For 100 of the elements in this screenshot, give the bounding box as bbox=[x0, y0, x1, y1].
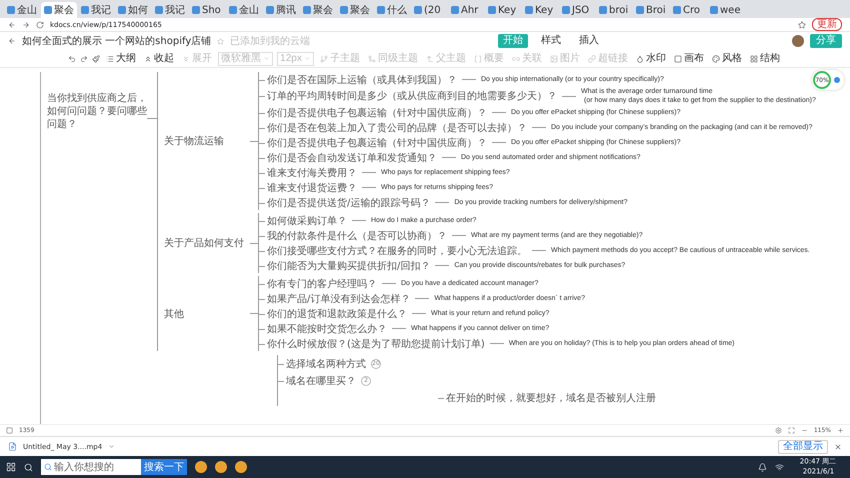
back-icon bbox=[8, 37, 16, 45]
question-topic[interactable]: 你们接受哪些支付方式？在服务的同时，要小心无法追踪。 bbox=[267, 244, 527, 258]
toolbar-button[interactable]: 收起 bbox=[142, 52, 176, 64]
app-icon[interactable] bbox=[215, 461, 227, 473]
question-topic[interactable]: 你们的退货和退款政策是什么？ bbox=[267, 306, 407, 320]
app-icon[interactable] bbox=[195, 461, 207, 473]
search-button[interactable]: 搜索一下 bbox=[141, 459, 187, 475]
favicon-icon bbox=[377, 6, 385, 14]
question-topic[interactable]: 你什么时候放假？(这是为了帮助您提前计划订单) bbox=[267, 336, 485, 350]
browser-tab[interactable]: broi bbox=[596, 2, 632, 18]
document-title: 如何全面式的展示 一个网站的shopify店铺 bbox=[22, 34, 212, 48]
question-topic[interactable]: 你有专门的客户经理吗？ bbox=[267, 276, 377, 290]
browser-tab[interactable]: 聚会 bbox=[41, 2, 77, 18]
forward-icon bbox=[22, 20, 30, 28]
caret-icon bbox=[263, 55, 270, 62]
ribbon-tab[interactable]: 插入 bbox=[574, 34, 604, 48]
browser-tab[interactable]: Key bbox=[522, 2, 558, 18]
browser-tab[interactable]: 我记 bbox=[78, 2, 114, 18]
wifi-icon bbox=[775, 462, 784, 472]
image-icon bbox=[550, 54, 558, 62]
undo-icon bbox=[68, 54, 76, 62]
video-file-icon bbox=[8, 442, 17, 451]
question-topic[interactable]: 如果不能按时交货怎么办？ bbox=[267, 322, 387, 336]
update-button[interactable]: 更新 bbox=[812, 18, 842, 31]
branch-topic[interactable]: 其他 bbox=[158, 306, 250, 320]
ribbon-tab[interactable]: 样式 bbox=[536, 34, 566, 48]
subtopic[interactable]: 域名在哪里买？ bbox=[286, 374, 356, 388]
subtopic[interactable]: 选择域名两种方式 bbox=[286, 356, 366, 370]
branch-topic[interactable]: 关于物流运输 bbox=[158, 134, 250, 148]
favicon-icon bbox=[673, 6, 681, 14]
avatar[interactable] bbox=[792, 35, 804, 47]
question-topic[interactable]: 订单的平均周转时间是多少（或从供应商到目的地需要多少天）？ bbox=[267, 89, 557, 103]
question-topic[interactable]: 你们是否提供电子包裹运输（针对中国供应商）？ bbox=[267, 106, 487, 120]
browser-tab[interactable]: Cro bbox=[670, 2, 706, 18]
toolbar-button[interactable]: 风格 bbox=[710, 52, 744, 64]
collapse-icon bbox=[144, 54, 152, 62]
save-status: 已添加到我的云端 bbox=[230, 34, 310, 48]
favicon-icon bbox=[599, 6, 607, 14]
favicon-icon bbox=[266, 6, 274, 14]
question-topic[interactable]: 你们是否在国际上运输（或具体到我国）？ bbox=[267, 72, 457, 86]
favicon-icon bbox=[414, 6, 422, 14]
favicon-icon bbox=[525, 6, 533, 14]
subtopic[interactable]: 在开始的时候，就要想好，域名是否被别人注册 bbox=[446, 390, 656, 404]
favicon-icon bbox=[118, 6, 126, 14]
browser-tab[interactable]: Key bbox=[485, 2, 521, 18]
browser-tab[interactable]: Broi bbox=[633, 2, 669, 18]
zoom-in-icon bbox=[837, 427, 844, 434]
grid-icon bbox=[750, 54, 758, 62]
browser-tab[interactable]: 聚会 bbox=[300, 2, 336, 18]
question-topic[interactable]: 谁来支付海关费用？ bbox=[267, 166, 357, 180]
browser-tab[interactable]: Ahr bbox=[448, 2, 484, 18]
favicon-icon bbox=[155, 6, 163, 14]
star-icon bbox=[217, 38, 224, 44]
browser-tab[interactable]: 如何 bbox=[115, 2, 151, 18]
settings-icon bbox=[774, 427, 782, 434]
question-topic[interactable]: 如果产品/订单没有到达会怎样？ bbox=[267, 292, 410, 306]
browser-tab[interactable]: 聚会 bbox=[337, 2, 373, 18]
question-topic[interactable]: 你们能否为大量购买提供折扣/回扣？ bbox=[267, 258, 430, 272]
zoom-out-icon bbox=[800, 427, 808, 434]
favicon-icon bbox=[44, 6, 52, 14]
question-topic[interactable]: 谁来支付退货运费？ bbox=[267, 180, 357, 194]
root-topic[interactable]: 当你找到供应商之后，如何问问题？要问哪些问题？ bbox=[47, 92, 147, 131]
document-icon bbox=[6, 427, 13, 434]
favicon-icon bbox=[488, 6, 496, 14]
question-topic[interactable]: 我的付款条件是什么（是否可以协商）？ bbox=[267, 228, 447, 242]
favicon-icon bbox=[710, 6, 718, 14]
browser-tab[interactable]: 什么 bbox=[374, 2, 410, 18]
toolbar-button[interactable]: 画布 bbox=[672, 52, 706, 64]
question-topic[interactable]: 你们是否提供送货/运输的跟踪号码？ bbox=[267, 196, 430, 210]
browser-tab[interactable]: 金山 bbox=[226, 2, 262, 18]
merge-icon bbox=[368, 54, 376, 62]
toolbar-button[interactable]: 结构 bbox=[748, 52, 782, 64]
browser-tab[interactable]: 金山 bbox=[4, 2, 40, 18]
star-icon bbox=[798, 20, 806, 28]
search-field[interactable]: 输入你想搜的 bbox=[41, 459, 141, 475]
favicon-icon bbox=[192, 6, 200, 14]
branch-topic[interactable]: 关于产品如何支付 bbox=[158, 236, 250, 250]
show-all-button[interactable]: 全部显示 bbox=[778, 440, 828, 454]
favicon-icon bbox=[7, 6, 15, 14]
browser-tab[interactable]: (20 bbox=[411, 2, 447, 18]
browser-tab[interactable]: 我记 bbox=[152, 2, 188, 18]
browser-tab[interactable]: Sho bbox=[189, 2, 225, 18]
question-topic[interactable]: 你们是否在包装上加入了贵公司的品牌（是否可以去掉）？ bbox=[267, 120, 527, 134]
browser-tab[interactable]: 腾讯 bbox=[263, 2, 299, 18]
browser-tab[interactable]: wee bbox=[707, 2, 743, 18]
back-icon bbox=[8, 20, 16, 28]
redo-icon bbox=[80, 54, 88, 62]
toolbar-button[interactable]: 水印 bbox=[634, 52, 668, 64]
palette-icon bbox=[712, 54, 720, 62]
toolbar-button[interactable]: 大纲 bbox=[104, 52, 138, 64]
question-topic[interactable]: 你们是否会自动发送订单和发货通知？ bbox=[267, 150, 437, 164]
expand-icon bbox=[182, 54, 190, 62]
fit-icon bbox=[788, 427, 795, 434]
question-topic[interactable]: 如何做采购订单？ bbox=[267, 214, 347, 228]
link-icon bbox=[588, 54, 596, 62]
browser-tab[interactable]: JSO bbox=[559, 2, 595, 18]
app-icon[interactable] bbox=[235, 461, 247, 473]
list-icon bbox=[106, 54, 114, 62]
question-topic[interactable]: 你们是否提供电子包裹运输（针对中国供应商）？ bbox=[267, 136, 487, 150]
search-icon bbox=[24, 462, 33, 472]
